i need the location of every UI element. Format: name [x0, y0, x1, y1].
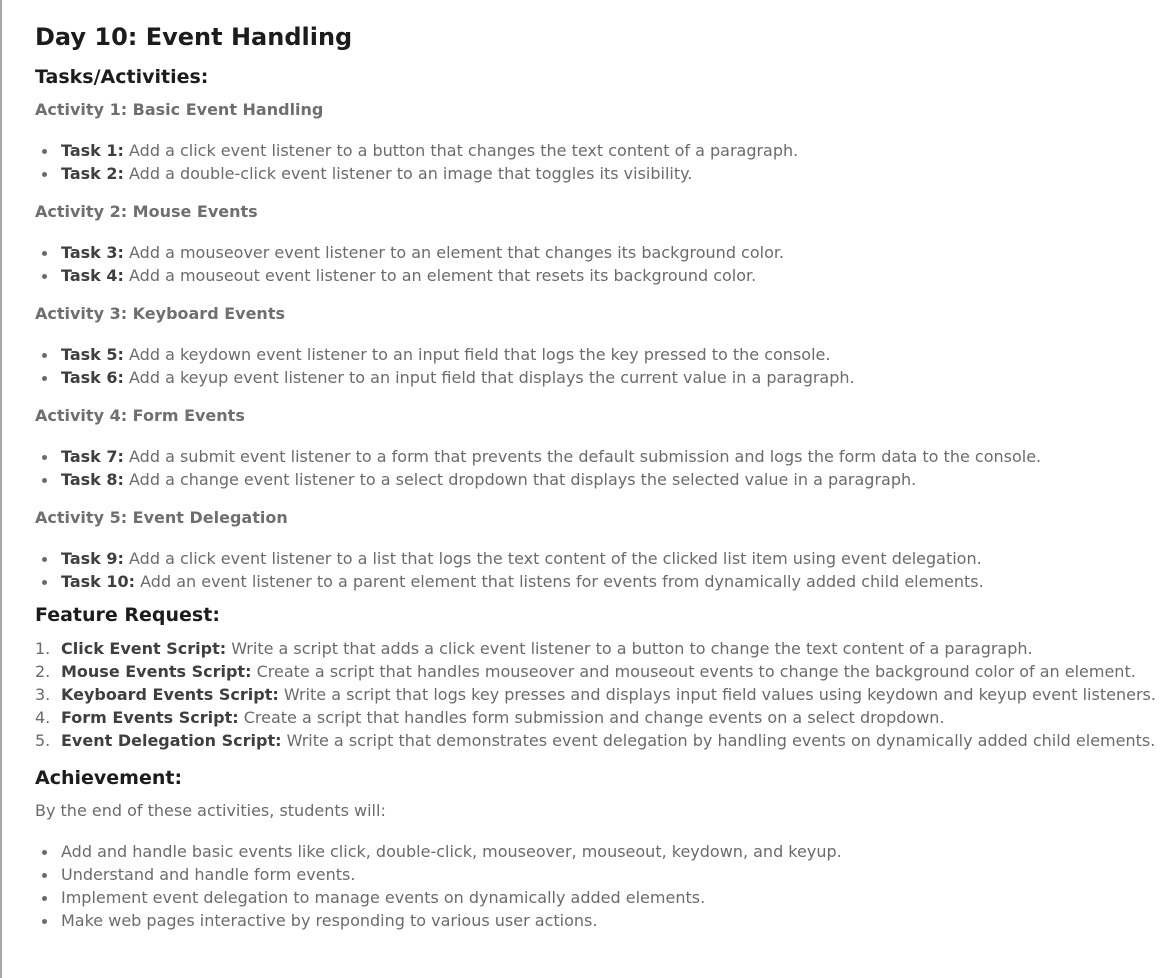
task-item: Task 5: Add a keydown event listener to …	[35, 343, 1155, 366]
feature-body: Keyboard Events Script: Write a script t…	[61, 683, 1156, 706]
task-label: Task 2:	[61, 164, 124, 183]
task-text: Add a change event listener to a select …	[123, 470, 917, 489]
feature-text: Create a script that handles mouseover a…	[251, 662, 1136, 681]
activity-heading: Activity 4: Form Events	[35, 406, 245, 425]
feature-label: Keyboard Events Script:	[61, 685, 279, 704]
task-text: Add a click event listener to a button t…	[123, 141, 799, 160]
achievement-item: Make web pages interactive by responding…	[35, 909, 1155, 932]
task-text: Add a double-click event listener to an …	[123, 164, 693, 183]
feature-request-heading: Feature Request:	[35, 604, 220, 626]
activity-heading: Activity 2: Mouse Events	[35, 202, 258, 221]
achievement-list: Add and handle basic events like click, …	[35, 840, 1155, 932]
activities-container: Activity 1: Basic Event Handling Task 1: …	[35, 99, 1155, 593]
task-label: Task 5:	[61, 345, 124, 364]
task-item: Task 9: Add a click event listener to a …	[35, 547, 1155, 570]
page-title: Day 10: Event Handling	[35, 23, 353, 51]
activity-heading: Activity 5: Event Delegation	[35, 508, 288, 527]
achievement-item: Understand and handle form events.	[35, 863, 1155, 886]
feature-text: Create a script that handles form submis…	[238, 708, 945, 727]
left-border-rule	[0, 0, 2, 978]
task-item: Task 1: Add a click event listener to a …	[35, 139, 1155, 162]
feature-number: 5.	[35, 731, 51, 750]
feature-body: Click Event Script: Write a script that …	[61, 637, 1033, 660]
task-text: Add a keydown event listener to an input…	[123, 345, 831, 364]
task-item: Task 8: Add a change event listener to a…	[35, 468, 1155, 491]
task-label: Task 10:	[61, 572, 136, 591]
task-text: Add a mouseover event listener to an ele…	[123, 243, 785, 262]
feature-label: Form Events Script:	[61, 708, 239, 727]
task-item: Task 7: Add a submit event listener to a…	[35, 445, 1155, 468]
task-text: Add a submit event listener to a form th…	[123, 447, 1042, 466]
feature-number: 2.	[35, 662, 51, 681]
feature-body: Event Delegation Script: Write a script …	[61, 729, 1155, 752]
feature-body: Mouse Events Script: Create a script tha…	[61, 660, 1136, 683]
task-label: Task 7:	[61, 447, 124, 466]
feature-text: Write a script that adds a click event l…	[226, 639, 1033, 658]
task-list: Task 1: Add a click event listener to a …	[35, 139, 1155, 185]
activity-heading: Activity 3: Keyboard Events	[35, 304, 285, 323]
task-item: Task 2: Add a double-click event listene…	[35, 162, 1155, 185]
tasks-heading: Tasks/Activities:	[35, 66, 209, 88]
feature-text: Write a script that demonstrates event d…	[281, 731, 1156, 750]
task-item: Task 6: Add a keyup event listener to an…	[35, 366, 1155, 389]
achievement-item: Add and handle basic events like click, …	[35, 840, 1155, 863]
achievement-intro: By the end of these activities, students…	[35, 801, 386, 820]
feature-label: Mouse Events Script:	[61, 662, 252, 681]
task-list: Task 7: Add a submit event listener to a…	[35, 445, 1155, 491]
task-list: Task 9: Add a click event listener to a …	[35, 547, 1155, 593]
feature-label: Event Delegation Script:	[61, 731, 282, 750]
feature-list: 1. Click Event Script: Write a script tha…	[35, 637, 1156, 752]
activity-heading: Activity 1: Basic Event Handling	[35, 100, 324, 119]
task-text: Add a mouseout event listener to an elem…	[123, 266, 757, 285]
task-item: Task 4: Add a mouseout event listener to…	[35, 264, 1155, 287]
achievement-heading: Achievement:	[35, 767, 183, 789]
feature-item: 3. Keyboard Events Script: Write a script…	[35, 683, 1156, 706]
achievement-item: Implement event delegation to manage eve…	[35, 886, 1155, 909]
task-label: Task 1:	[61, 141, 124, 160]
feature-item: 1. Click Event Script: Write a script tha…	[35, 637, 1155, 660]
task-label: Task 3:	[61, 243, 124, 262]
feature-number: 1.	[35, 639, 51, 658]
task-label: Task 8:	[61, 470, 124, 489]
task-list: Task 3: Add a mouseover event listener t…	[35, 241, 1155, 287]
task-list: Task 5: Add a keydown event listener to …	[35, 343, 1155, 389]
feature-number: 3.	[35, 685, 51, 704]
feature-item: 5. Event Delegation Script: Write a scrip…	[35, 729, 1155, 752]
task-label: Task 9:	[61, 549, 124, 568]
task-label: Task 4:	[61, 266, 124, 285]
document: Day 10: Event Handling Tasks/Activities:…	[35, 0, 1156, 932]
task-text: Add a click event listener to a list tha…	[123, 549, 982, 568]
task-text: Add an event listener to a parent elemen…	[135, 572, 984, 591]
task-item: Task 10: Add an event listener to a pare…	[35, 570, 1155, 593]
task-text: Add a keyup event listener to an input f…	[123, 368, 855, 387]
task-item: Task 3: Add a mouseover event listener t…	[35, 241, 1155, 264]
feature-item: 4. Form Events Script: Create a script th…	[35, 706, 1155, 729]
task-label: Task 6:	[61, 368, 124, 387]
feature-number: 4.	[35, 708, 51, 727]
feature-body: Form Events Script: Create a script that…	[61, 706, 945, 729]
feature-text: Write a script that logs key presses and…	[278, 685, 1156, 704]
feature-item: 2. Mouse Events Script: Create a script t…	[35, 660, 1155, 683]
feature-label: Click Event Script:	[61, 639, 227, 658]
